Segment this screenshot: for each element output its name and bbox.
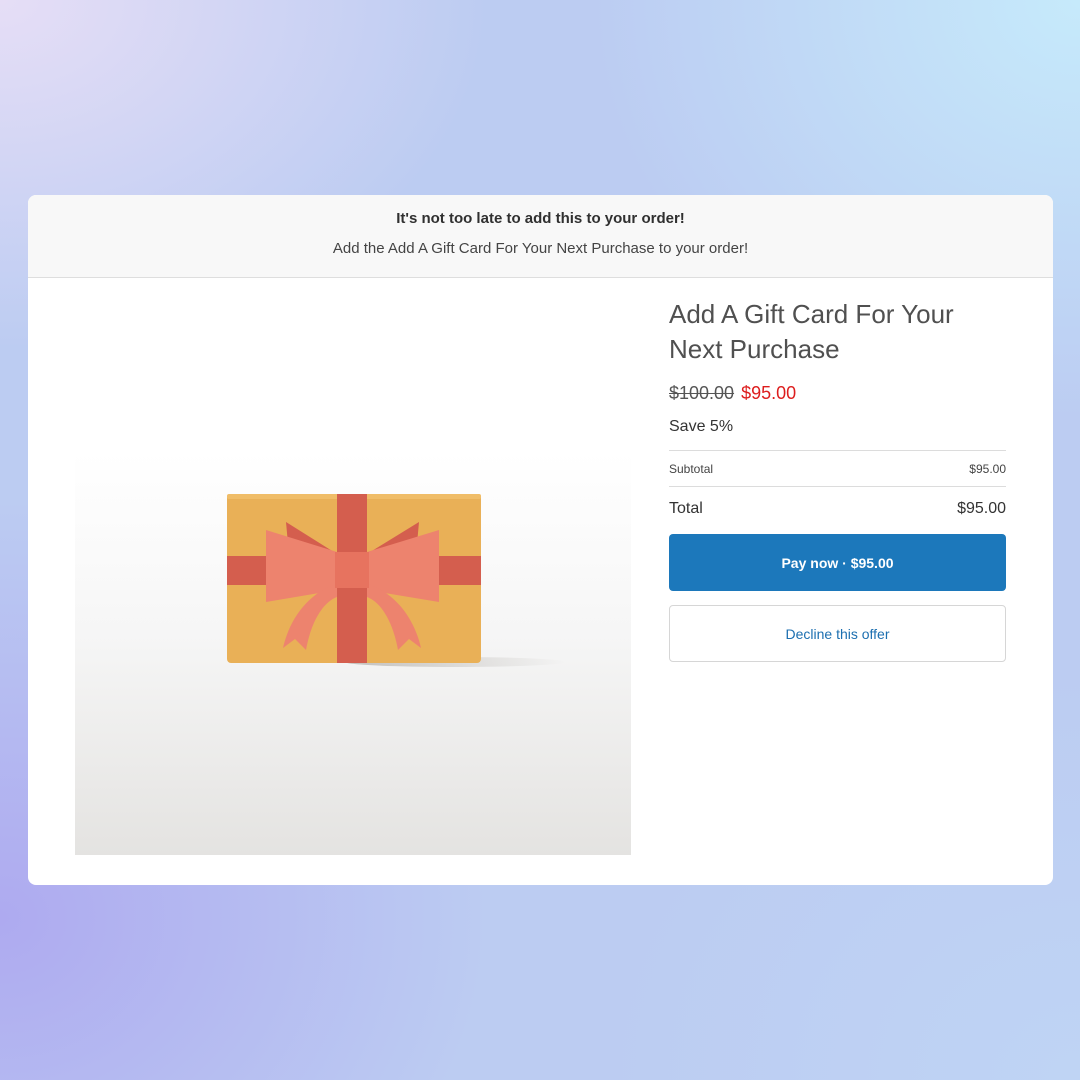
upsell-card: It's not too late to add this to your or… — [28, 195, 1053, 885]
total-row: Total $95.00 — [669, 487, 1006, 531]
savings-text: Save 5% — [669, 418, 734, 435]
banner-subtitle: Add the Add A Gift Card For Your Next Pu… — [332, 240, 749, 257]
original-price: $100.00 — [669, 383, 735, 403]
product-image — [75, 452, 631, 855]
banner-title: It's not too late to add this to your or… — [396, 210, 685, 227]
decline-offer-button[interactable]: Decline this offer — [669, 605, 1006, 662]
total-label: Total — [669, 500, 703, 517]
product-title: Add A Gift Card For Your Next Purchase — [669, 299, 954, 364]
gift-card-icon — [227, 494, 565, 667]
price-block: $100.00 $95.00 — [669, 382, 1006, 404]
sale-price: $95.00 — [741, 383, 797, 403]
offer-details: Add A Gift Card For Your Next Purchase $… — [669, 297, 1006, 662]
total-value: $95.00 — [957, 500, 1006, 517]
upsell-banner: It's not too late to add this to your or… — [28, 195, 1053, 278]
pay-now-button[interactable]: Pay now · $95.00 — [669, 534, 1006, 591]
subtotal-row: Subtotal $95.00 — [669, 451, 1006, 486]
subtotal-value: $95.00 — [969, 461, 1006, 476]
subtotal-label: Subtotal — [669, 461, 714, 476]
